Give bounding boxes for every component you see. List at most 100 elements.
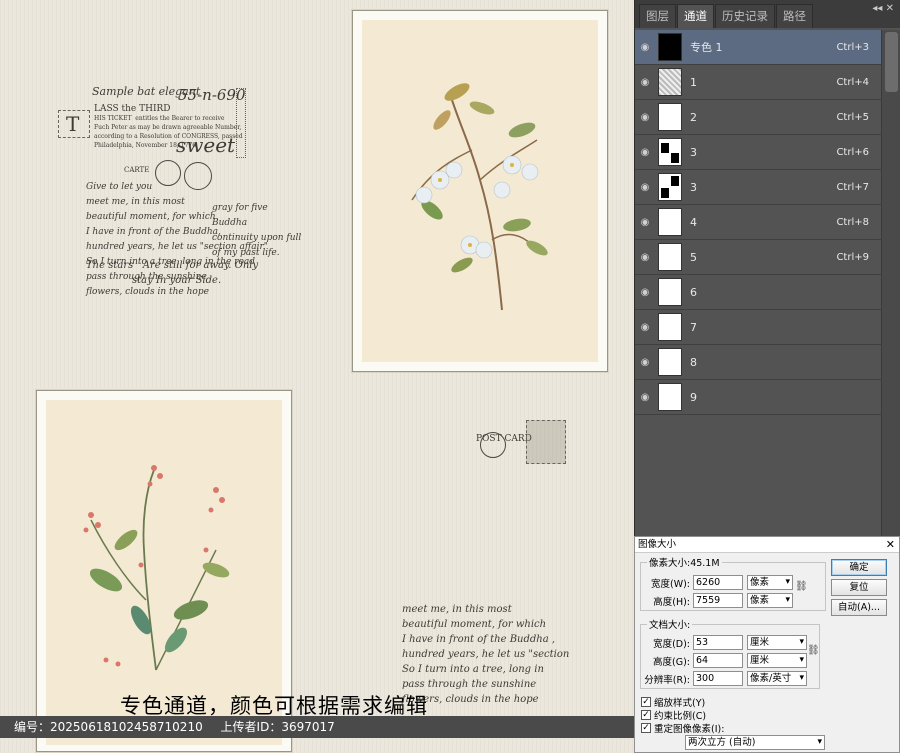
scale-styles-label: 缩放样式(Y) <box>654 698 706 709</box>
checkbox-checked-icon[interactable]: ✓ <box>641 697 651 707</box>
artwork-canvas: Sample bat elegant 55-n-690 T LASS the T… <box>0 0 634 753</box>
doc-link-icon: ⛓ <box>807 645 820 656</box>
channel-name: 8 <box>690 355 697 369</box>
channel-row[interactable]: ◉ 9 <box>635 380 881 415</box>
visibility-eye-icon[interactable]: ◉ <box>635 392 655 403</box>
visibility-eye-icon[interactable]: ◉ <box>635 357 655 368</box>
channel-name: 6 <box>690 285 697 299</box>
channel-thumbnail <box>658 138 682 166</box>
reset-button[interactable]: 复位 <box>831 579 887 596</box>
channel-shortcut: Ctrl+7 <box>836 181 869 193</box>
channel-shortcut: Ctrl+6 <box>836 146 869 158</box>
resolution-input[interactable]: 300 <box>693 671 743 686</box>
channels-panel: 图层 通道 历史记录 路径 ◂◂ ✕ ◉ 专色 1 Ctrl+3 ◉ 1 Ctr… <box>634 0 900 536</box>
footer-id: 编号：20250618102458710210 <box>14 720 203 734</box>
channel-row[interactable]: ◉ 1 Ctrl+4 <box>635 65 881 100</box>
pixel-height-label: 高度(H): <box>653 596 690 608</box>
resolution-label: 分辨率(R): <box>644 674 690 686</box>
visibility-eye-icon[interactable]: ◉ <box>635 322 655 333</box>
tab-history[interactable]: 历史记录 <box>715 4 775 28</box>
footer-uploader: 上传者ID：3697017 <box>221 720 335 734</box>
doc-width-label: 宽度(D): <box>653 638 690 650</box>
auto-button[interactable]: 自动(A)... <box>831 599 887 616</box>
visibility-eye-icon[interactable]: ◉ <box>635 217 655 228</box>
document-size-legend: 文档大小: <box>649 620 691 631</box>
visibility-eye-icon[interactable]: ◉ <box>635 252 655 263</box>
poem-right-line: gray for five <box>212 203 268 213</box>
footer-uploader-label: 上传者ID： <box>220 720 282 734</box>
panel-collapse-close-icon[interactable]: ◂◂ ✕ <box>872 3 894 14</box>
channel-thumbnail <box>658 208 682 236</box>
scale-styles-checkbox[interactable]: ✓ 缩放样式(Y) <box>641 695 705 709</box>
channel-thumbnail <box>658 33 682 61</box>
channel-thumbnail <box>658 383 682 411</box>
channel-shortcut: Ctrl+9 <box>836 251 869 263</box>
pixel-dimensions-legend: 像素大小:45.1M <box>649 558 720 569</box>
channel-thumbnail <box>658 278 682 306</box>
checkbox-checked-icon[interactable]: ✓ <box>641 710 651 720</box>
ticket-line: LASS the THIRD <box>94 104 171 114</box>
channel-row[interactable]: ◉ 6 <box>635 275 881 310</box>
channel-shortcut: Ctrl+8 <box>836 216 869 228</box>
ok-button[interactable]: 确定 <box>831 559 887 576</box>
pixel-width-input[interactable]: 6260 <box>693 575 743 590</box>
resample-checkbox[interactable]: ✓ 重定图像像素(I): <box>641 721 724 735</box>
frame-upper-mat <box>362 20 598 362</box>
channel-row[interactable]: ◉ 3 Ctrl+7 <box>635 170 881 205</box>
checkbox-checked-icon[interactable]: ✓ <box>641 723 651 733</box>
lower-poem-line: I have in front of the Buddha , <box>402 634 556 645</box>
channel-row[interactable]: ◉ 4 Ctrl+8 <box>635 205 881 240</box>
channel-name: 7 <box>690 320 697 334</box>
visibility-eye-icon[interactable]: ◉ <box>635 77 655 88</box>
closing-block: The stars Are still for away. Only stay … <box>86 258 258 288</box>
visibility-eye-icon[interactable]: ◉ <box>635 182 655 193</box>
doc-width-input[interactable]: 53 <box>693 635 743 650</box>
footer-id-label: 编号： <box>14 720 51 734</box>
close-icon[interactable]: ✕ <box>886 537 895 552</box>
pixel-height-unit-select[interactable]: 像素 <box>747 593 793 608</box>
visibility-eye-icon[interactable]: ◉ <box>635 287 655 298</box>
visibility-eye-icon[interactable]: ◉ <box>635 147 655 158</box>
pixel-width-unit-select[interactable]: 像素 <box>747 575 793 590</box>
portrait-stamp <box>526 420 566 464</box>
pixel-height-input[interactable]: 7559 <box>693 593 743 608</box>
poem-right-line: Buddha <box>212 218 248 228</box>
constrain-label: 约束比例(C) <box>654 711 707 722</box>
lower-poem-line: beautiful moment, for which <box>402 619 547 630</box>
channel-row[interactable]: ◉ 5 Ctrl+9 <box>635 240 881 275</box>
panel-scrollbar[interactable] <box>881 30 900 536</box>
visibility-eye-icon[interactable]: ◉ <box>635 112 655 123</box>
channel-name: 3 <box>690 145 697 159</box>
footer-bar: 编号：20250618102458710210 上传者ID：3697017 <box>0 716 634 738</box>
channel-row[interactable]: ◉ 7 <box>635 310 881 345</box>
doc-width-unit-select[interactable]: 厘米 <box>747 635 807 650</box>
dialog-title-bar: 图像大小 ✕ <box>635 537 899 553</box>
visibility-eye-icon[interactable]: ◉ <box>635 42 655 53</box>
channel-list: ◉ 专色 1 Ctrl+3 ◉ 1 Ctrl+4 ◉ 2 Ctrl+5 ◉ 3 … <box>635 30 881 415</box>
resample-method-select[interactable]: 两次立方 (自动) <box>685 735 825 750</box>
channel-row[interactable]: ◉ 2 Ctrl+5 <box>635 100 881 135</box>
constrain-checkbox[interactable]: ✓ 约束比例(C) <box>641 708 706 722</box>
white-flower-illustration <box>411 83 548 311</box>
channel-shortcut: Ctrl+3 <box>836 41 869 53</box>
tab-paths[interactable]: 路径 <box>776 4 813 28</box>
footer-uploader-value: 3697017 <box>281 720 335 734</box>
channel-row[interactable]: ◉ 3 Ctrl+6 <box>635 135 881 170</box>
channel-thumbnail <box>658 243 682 271</box>
tab-channels[interactable]: 通道 <box>677 4 714 28</box>
pixel-width-row: 宽度(W): 6260 像素 <box>641 575 793 590</box>
sweet-script: sweet <box>176 133 236 157</box>
panel-scroll-thumb[interactable] <box>885 32 898 92</box>
channel-name: 2 <box>690 110 697 124</box>
postcard-text: POST CARD <box>476 434 532 444</box>
channel-row[interactable]: ◉ 8 <box>635 345 881 380</box>
doc-height-unit-select[interactable]: 厘米 <box>747 653 807 668</box>
poem-right-block: gray for five Buddha continuity upon ful… <box>212 201 301 261</box>
tab-layers[interactable]: 图层 <box>639 4 676 28</box>
channel-name: 5 <box>690 250 697 264</box>
channel-name: 9 <box>690 390 697 404</box>
resolution-unit-select[interactable]: 像素/英寸 <box>747 671 807 686</box>
channel-row-spot-1[interactable]: ◉ 专色 1 Ctrl+3 <box>635 30 881 65</box>
doc-height-input[interactable]: 64 <box>693 653 743 668</box>
channel-name: 4 <box>690 215 697 229</box>
